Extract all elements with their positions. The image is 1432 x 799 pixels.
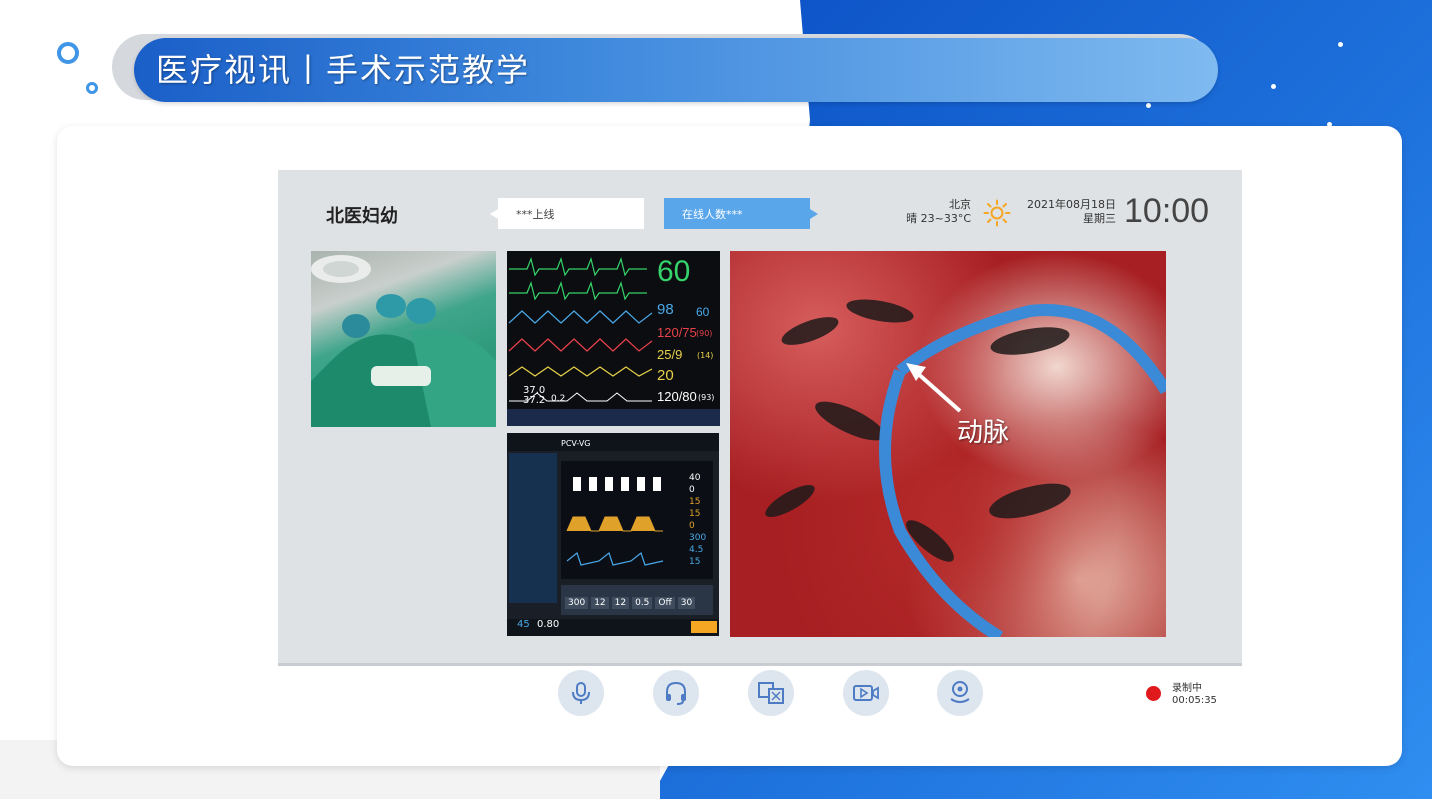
monitor-nibp: 120/75 <box>657 325 697 340</box>
monitor-temp-diff: 0.2 <box>551 394 566 404</box>
slide-header: 医疗视讯丨手术示范教学 <box>52 32 1222 106</box>
video-button[interactable] <box>843 670 889 716</box>
artery-annotation: 动脉 <box>957 418 1010 448</box>
online-notice: ***上线 <box>490 198 644 229</box>
decor-circle-icon <box>86 82 98 94</box>
vent-readouts: 40 0 15 15 0 300 4.5 15 <box>689 473 706 567</box>
vent-mode: PCV-VG <box>561 439 591 448</box>
translate-icon <box>758 682 784 704</box>
operating-room-scene <box>311 255 496 427</box>
patient-monitor-video[interactable]: 60 98 60 120/75 (90) 25/9 (14) 20 37.0 3… <box>507 251 720 426</box>
vent-readout: 15 <box>689 509 701 519</box>
monitor-hr: 60 <box>657 255 691 288</box>
weather-info: 北京 晴 23~33°C <box>903 198 971 226</box>
video-icon <box>853 685 879 701</box>
weather-city: 北京 <box>949 198 971 211</box>
online-count-badge[interactable]: 在线人数*** <box>664 198 818 229</box>
vent-setting[interactable]: 30 <box>677 597 696 609</box>
vent-setting[interactable]: Off <box>655 597 675 609</box>
date-text: 2021年08月18日 <box>1027 198 1116 211</box>
vent-setting[interactable]: 12 <box>611 597 630 609</box>
location-icon <box>950 681 970 703</box>
monitor-pulse: 60 <box>696 305 710 319</box>
sun-icon <box>983 199 1011 227</box>
headset-icon <box>666 681 686 705</box>
surgery-closeup-video[interactable] <box>730 251 1166 637</box>
vent-readout: 0 <box>689 521 695 531</box>
microphone-button[interactable] <box>558 670 604 716</box>
monitor-spo2: 98 <box>657 301 674 318</box>
vent-readout: 4.5 <box>689 545 704 555</box>
monitor-rr: 20 <box>657 367 674 384</box>
weekday-text: 星期三 <box>1083 212 1116 225</box>
vent-readout: 0 <box>689 485 695 495</box>
surgery-field <box>765 299 1166 637</box>
vent-readout: 300 <box>689 533 707 543</box>
vent-setting[interactable]: 0.5 <box>632 597 653 609</box>
clock-time: 10:00 <box>1124 192 1210 230</box>
translate-button[interactable] <box>748 670 794 716</box>
monitor-pa: 25/9 <box>657 347 683 362</box>
recording-status: 录制中 00:05:35 <box>1172 683 1217 707</box>
monitor-temp2: 37.2 <box>523 395 546 406</box>
hospital-name: 北医妇幼 <box>326 206 398 227</box>
vent-readout: 15 <box>689 557 701 567</box>
monitor-art-extra: (93) <box>698 393 715 402</box>
vent-readout: 15 <box>689 497 701 507</box>
vent-readout: 40 <box>689 473 701 483</box>
recording-time: 00:05:35 <box>1172 695 1217 706</box>
vent-setting[interactable]: 12 <box>591 597 609 609</box>
location-button[interactable] <box>937 670 983 716</box>
weather-condition: 晴 23~33°C <box>906 212 971 225</box>
headset-button[interactable] <box>653 670 699 716</box>
date-info: 2021年08月18日 星期三 <box>1020 198 1116 226</box>
decor-circle-icon <box>57 42 79 64</box>
vent-setting[interactable]: 300 <box>565 597 589 609</box>
slide-title: 医疗视讯丨手术示范教学 <box>156 51 531 89</box>
monitor-pa-extra: (14) <box>697 351 714 360</box>
toolbar-divider <box>278 663 1242 666</box>
vent-left-value: 45 <box>517 619 530 630</box>
operating-room-video[interactable] <box>311 251 496 427</box>
vent-settings-row: 300 12 12 0.5 Off 30 <box>565 597 696 609</box>
vent-fio2: 0.80 <box>537 619 560 630</box>
decor-dot <box>1338 42 1343 47</box>
monitor-art: 120/80 <box>657 389 697 404</box>
monitor-nibp-extra: (90) <box>696 329 713 338</box>
recording-label: 录制中 <box>1172 683 1202 694</box>
microphone-icon <box>572 682 590 704</box>
ventilator-video[interactable]: PCV-VG 0.80 45 300 12 12 0.5 Off 30 40 0… <box>507 433 719 636</box>
recording-indicator <box>1146 686 1161 701</box>
decor-dot <box>1271 84 1276 89</box>
